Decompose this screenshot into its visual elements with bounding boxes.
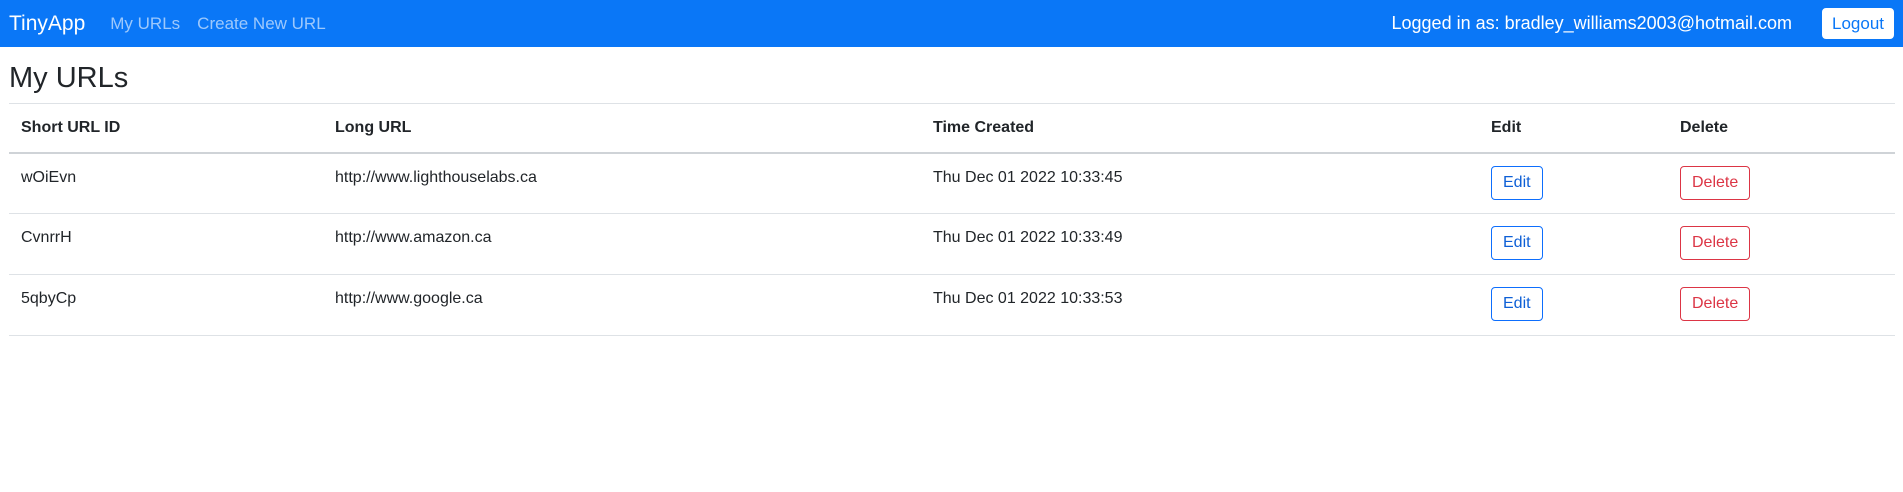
edit-button[interactable]: Edit — [1491, 287, 1543, 322]
logged-in-text: Logged in as: bradley_williams2003@hotma… — [1391, 13, 1792, 33]
cell-long-url: http://www.amazon.ca — [335, 229, 492, 247]
table-header: Short URL ID Long URL Time Created Edit … — [9, 103, 1895, 153]
cell-short-id: CvnrrH — [21, 229, 72, 247]
header-time-created: Time Created — [933, 118, 1035, 136]
cell-edit: Edit — [1479, 214, 1668, 275]
table-body: wOiEvn http://www.lighthouselabs.ca Thu … — [9, 153, 1895, 336]
nav-link-create-new-url[interactable]: Create New URL — [197, 15, 326, 32]
cell-delete: Delete — [1668, 153, 1895, 214]
brand-logo[interactable]: TinyApp — [9, 13, 85, 34]
table-row: CvnrrH http://www.amazon.ca Thu Dec 01 2… — [9, 214, 1895, 275]
edit-button[interactable]: Edit — [1491, 165, 1543, 200]
cell-long-url: http://www.lighthouselabs.ca — [335, 168, 537, 186]
cell-edit: Edit — [1479, 153, 1668, 214]
user-area: Logged in as: bradley_williams2003@hotma… — [1392, 0, 1903, 47]
table-header-row: Short URL ID Long URL Time Created Edit … — [9, 103, 1895, 153]
delete-button[interactable]: Delete — [1680, 165, 1751, 200]
table-row: 5qbyCp http://www.google.ca Thu Dec 01 2… — [9, 275, 1895, 336]
cell-time-created: Thu Dec 01 2022 10:33:49 — [933, 229, 1123, 247]
cell-long-url: http://www.google.ca — [335, 290, 483, 308]
urls-table: Short URL ID Long URL Time Created Edit … — [9, 103, 1895, 337]
main-content: My URLs Short URL ID Long URL Time Creat… — [0, 62, 1903, 337]
table-row: wOiEvn http://www.lighthouselabs.ca Thu … — [9, 153, 1895, 214]
edit-button[interactable]: Edit — [1491, 226, 1543, 261]
cell-edit: Edit — [1479, 275, 1668, 336]
cell-short-id: wOiEvn — [21, 168, 77, 186]
nav-link-my-urls[interactable]: My URLs — [110, 15, 180, 32]
cell-delete: Delete — [1668, 275, 1895, 336]
delete-button[interactable]: Delete — [1680, 287, 1751, 322]
header-short-url-id: Short URL ID — [21, 118, 121, 136]
header-edit: Edit — [1491, 118, 1522, 136]
logout-button[interactable]: Logout — [1822, 8, 1894, 39]
cell-delete: Delete — [1668, 214, 1895, 275]
cell-short-id: 5qbyCp — [21, 290, 77, 308]
cell-time-created: Thu Dec 01 2022 10:33:53 — [933, 290, 1123, 308]
header-delete: Delete — [1680, 118, 1729, 136]
navbar: TinyApp My URLs Create New URL Logged in… — [0, 0, 1903, 47]
delete-button[interactable]: Delete — [1680, 226, 1751, 261]
cell-time-created: Thu Dec 01 2022 10:33:45 — [933, 168, 1123, 186]
header-long-url: Long URL — [335, 118, 412, 136]
page-title: My URLs — [9, 62, 129, 94]
